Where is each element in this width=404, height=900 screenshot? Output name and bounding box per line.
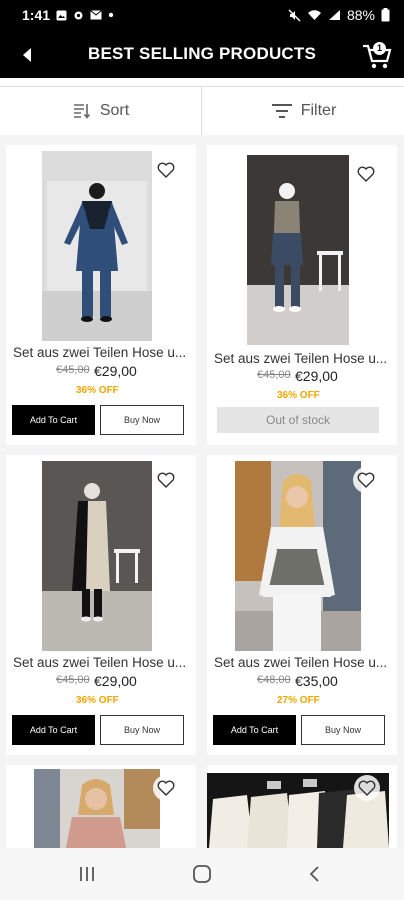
wishlist-button[interactable]	[353, 467, 379, 493]
product-card[interactable]: Set aus zwei Teilen Hose u... €48,00 €35…	[207, 455, 397, 755]
mute-icon	[288, 9, 301, 21]
sale-price: €29,00	[94, 363, 137, 379]
wishlist-button[interactable]	[153, 775, 179, 801]
original-price: €48,00	[257, 674, 291, 686]
wishlist-button[interactable]	[354, 775, 380, 801]
original-price: €45,00	[56, 364, 90, 376]
cart-count-badge: 1	[373, 42, 386, 55]
product-image[interactable]	[235, 461, 361, 651]
product-image[interactable]	[247, 155, 349, 345]
heart-icon	[357, 472, 375, 488]
product-image[interactable]	[42, 151, 152, 341]
discount-label: 36% OFF	[76, 695, 119, 706]
status-time: 1:41	[22, 7, 51, 23]
original-price: €45,00	[56, 674, 90, 686]
wishlist-button[interactable]	[153, 157, 179, 183]
product-card[interactable]	[207, 765, 397, 848]
filter-icon	[271, 104, 292, 118]
cart-button[interactable]: 1	[360, 38, 394, 72]
buy-now-button[interactable]: Buy Now	[100, 405, 184, 435]
discount-label: 36% OFF	[277, 390, 320, 401]
mail-icon	[90, 10, 102, 20]
recents-icon	[80, 867, 94, 881]
original-price: €45,00	[257, 369, 291, 381]
system-nav-bar	[0, 848, 404, 900]
product-card[interactable]: Set aus zwei Teilen Hose u... €45,00 €29…	[207, 145, 397, 445]
recents-button[interactable]	[72, 862, 102, 886]
product-name[interactable]: Set aus zwei Teilen Hose u...	[13, 345, 186, 360]
heart-icon	[357, 166, 375, 182]
sort-filter-bar: Sort Filter	[0, 86, 404, 136]
heart-icon	[358, 780, 376, 796]
sale-price: €29,00	[94, 673, 137, 689]
filter-label: Filter	[300, 102, 337, 119]
filter-button[interactable]: Filter	[203, 87, 404, 135]
discount-label: 36% OFF	[76, 385, 119, 396]
status-bar: 1:41 88%	[0, 0, 404, 32]
product-image[interactable]	[42, 461, 152, 651]
sort-icon	[73, 104, 90, 119]
back-icon	[309, 866, 319, 882]
system-back-button[interactable]	[300, 862, 330, 886]
battery-level: 88%	[346, 7, 375, 23]
sale-price: €29,00	[295, 368, 338, 384]
wishlist-button[interactable]	[153, 467, 179, 493]
product-name[interactable]: Set aus zwei Teilen Hose u...	[214, 351, 387, 366]
product-card[interactable]: Set aus zwei Teilen Hose u... €45,00 €29…	[6, 455, 196, 755]
discount-label: 27% OFF	[277, 695, 320, 706]
app-bar: BEST SELLING PRODUCTS 1	[0, 32, 404, 78]
product-card[interactable]	[6, 765, 196, 848]
dot-icon	[108, 12, 114, 18]
product-image[interactable]	[34, 769, 160, 848]
heart-icon	[157, 472, 175, 488]
image-icon	[56, 10, 67, 20]
home-icon	[193, 865, 211, 883]
product-name[interactable]: Set aus zwei Teilen Hose u...	[13, 655, 186, 670]
home-button[interactable]	[187, 862, 217, 886]
buy-now-button[interactable]: Buy Now	[100, 715, 184, 745]
add-to-cart-button[interactable]: Add To Cart	[12, 405, 95, 435]
heart-icon	[157, 162, 175, 178]
add-to-cart-button[interactable]: Add To Cart	[12, 715, 95, 745]
heart-icon	[157, 780, 175, 796]
wifi-icon	[307, 10, 321, 20]
product-card[interactable]: Set aus zwei Teilen Hose u... €45,00 €29…	[6, 145, 196, 445]
add-to-cart-button[interactable]: Add To Cart	[213, 715, 296, 745]
battery-icon	[381, 8, 390, 22]
sort-button[interactable]: Sort	[0, 87, 202, 135]
page-title: BEST SELLING PRODUCTS	[87, 44, 317, 63]
buy-now-button[interactable]: Buy Now	[301, 715, 385, 745]
gear-icon	[74, 11, 83, 19]
sort-label: Sort	[99, 102, 130, 119]
signal-icon	[328, 10, 340, 20]
sale-price: €35,00	[295, 673, 338, 689]
wishlist-button[interactable]	[353, 161, 379, 187]
out-of-stock-label: Out of stock	[217, 407, 379, 433]
product-name[interactable]: Set aus zwei Teilen Hose u...	[214, 655, 387, 670]
